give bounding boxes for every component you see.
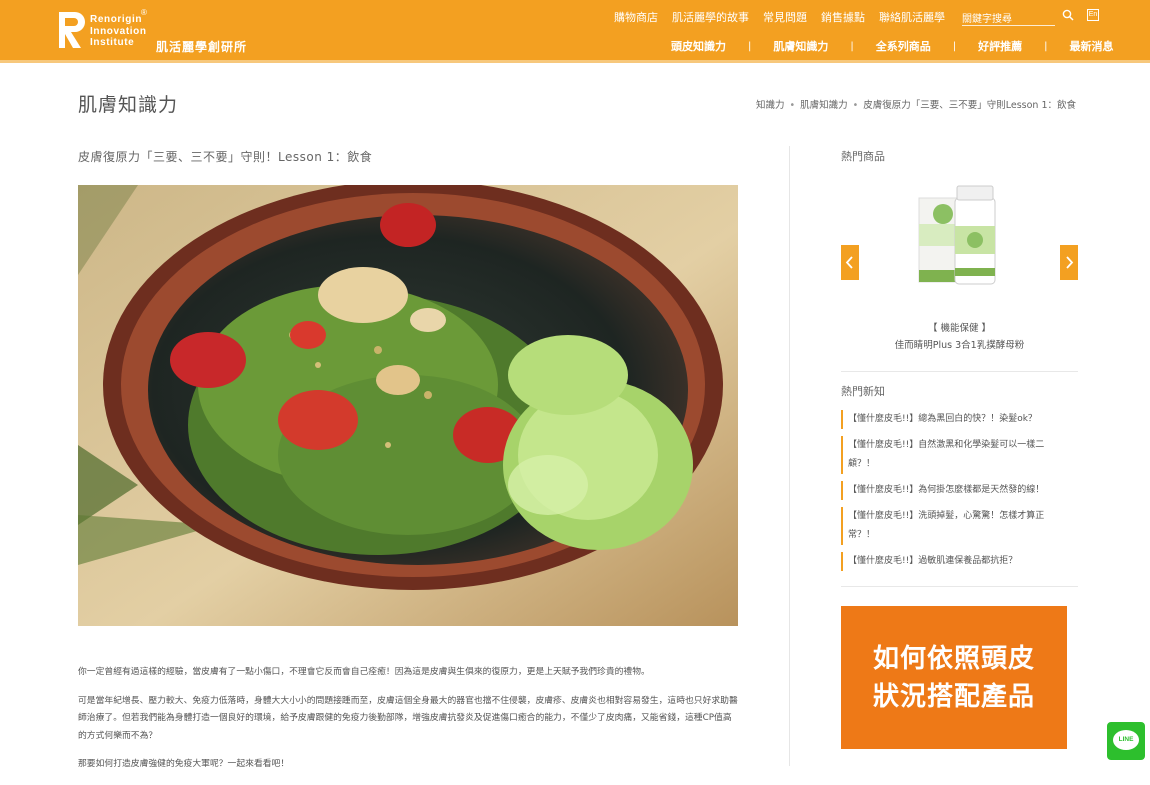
article-image	[78, 185, 738, 626]
nav-reviews[interactable]: 好評推薦	[978, 38, 1022, 54]
product-image[interactable]	[917, 184, 1005, 292]
hot-news-heading: 熱門新知	[841, 385, 885, 398]
nav-skin-knowledge[interactable]: 肌膚知識力	[773, 38, 828, 54]
nav-separator: |	[850, 40, 854, 52]
breadcrumb-current: 皮膚復原力「三要、三不要」守則Lesson 1：飲食	[863, 100, 1076, 111]
hot-products-carousel	[841, 176, 1078, 310]
logo-icon[interactable]	[57, 10, 85, 50]
line-chat-button[interactable]: LINE	[1107, 722, 1145, 760]
column-divider	[789, 146, 790, 766]
sidebar-divider	[841, 371, 1078, 372]
news-item[interactable]: 【懂什麼皮毛!!】洗頭掉髮，心驚驚！怎樣才算正常？！	[841, 507, 1071, 545]
carousel-prev-button[interactable]	[841, 245, 859, 280]
nav-shop[interactable]: 購物商店	[614, 9, 658, 25]
news-item[interactable]: 【懂什麼皮毛!!】為何掛怎麼樣都是天然發的線！	[841, 481, 1071, 500]
hot-news-list: 【懂什麼皮毛!!】總為黑回白的快？！染髮ok？ 【懂什麼皮毛!!】自然激黑和化學…	[841, 410, 1071, 578]
breadcrumb-skin-knowledge[interactable]: 肌膚知識力	[800, 100, 848, 111]
article-title: 皮膚復原力「三要、三不要」守則！Lesson 1：飲食	[78, 150, 373, 164]
search-icon[interactable]	[1062, 9, 1074, 21]
news-item[interactable]: 【懂什麼皮毛!!】總為黑回白的快？！染髮ok？	[841, 410, 1071, 429]
logo-text-cn: 肌活麗學創研所	[156, 40, 248, 54]
hot-products-heading: 熱門商品	[841, 150, 885, 163]
article-paragraph: 可是當年紀增長、壓力較大、免疫力低落時，身體大大小小的問題接踵而至，皮膚這個全身…	[78, 695, 738, 741]
breadcrumb: 知識力 • 肌膚知識力 • 皮膚復原力「三要、三不要」守則Lesson 1：飲食	[756, 97, 1076, 111]
news-item[interactable]: 【懂什麼皮毛!!】自然激黑和化學染髮可以一樣二顧？！	[841, 436, 1071, 474]
product-guide-banner[interactable]: 如何依照頭皮 狀況搭配產品	[841, 606, 1067, 749]
sidebar-divider	[841, 586, 1078, 587]
article-body: 你一定曾經有過這樣的經驗，當皮膚有了一點小傷口，不理會它反而會自己痊癒！因為這是…	[78, 664, 738, 785]
article-paragraph: 你一定曾經有過這樣的經驗，當皮膚有了一點小傷口，不理會它反而會自己痊癒！因為這是…	[78, 667, 650, 677]
breadcrumb-sep: •	[789, 100, 796, 111]
salad-photo	[78, 185, 738, 626]
top-nav: 購物商店 肌活麗學的故事 常見問題 銷售據點 聯絡肌活麗學	[614, 9, 959, 25]
nav-scalp-knowledge[interactable]: 頭皮知識力	[671, 38, 726, 54]
nav-separator: |	[952, 40, 957, 52]
language-toggle[interactable]: En	[1087, 9, 1099, 21]
news-item[interactable]: 【懂什麼皮毛!!】過敏肌連保養品都抗拒？	[841, 552, 1071, 571]
nav-contact[interactable]: 聯絡肌活麗學	[879, 9, 945, 25]
nav-stores[interactable]: 銷售據點	[821, 9, 865, 25]
site-header: Renorigin Innovation Institute ® 肌活麗學創研所…	[0, 0, 1150, 60]
header-shadow	[0, 60, 1150, 63]
nav-separator: |	[1044, 40, 1048, 52]
nav-faq[interactable]: 常見問題	[763, 9, 807, 25]
search-field	[962, 7, 1055, 26]
product-name[interactable]: 佳而睛明Plus 3合1乳撲酵母粉	[841, 337, 1078, 351]
nav-separator: |	[748, 40, 752, 52]
nav-news[interactable]: 最新消息	[1070, 38, 1114, 54]
registered-mark: ®	[141, 8, 147, 17]
nav-story[interactable]: 肌活麗學的故事	[672, 9, 749, 25]
chevron-left-icon	[845, 256, 853, 269]
banner-line: 狀況搭配產品	[872, 682, 1035, 712]
carousel-next-button[interactable]	[1060, 245, 1078, 280]
article-paragraph: 那要如何打造皮膚強健的免疫大軍呢？一起來看看吧！	[78, 759, 290, 769]
page-title: 肌膚知識力	[78, 94, 179, 116]
sub-nav: 頭皮知識力 | 肌膚知識力 | 全系列商品 | 好評推薦 | 最新消息	[671, 38, 1114, 54]
nav-all-products[interactable]: 全系列商品	[876, 38, 931, 54]
line-label: LINE	[1118, 736, 1134, 743]
banner-line: 如何依照頭皮	[872, 644, 1035, 674]
chevron-right-icon	[1066, 256, 1074, 269]
product-category: 【 機能保健 】	[927, 323, 992, 334]
search-input[interactable]	[962, 12, 1055, 25]
logo-text-en: Renorigin Innovation Institute	[90, 14, 147, 48]
breadcrumb-knowledge[interactable]: 知識力	[756, 100, 785, 111]
breadcrumb-sep: •	[852, 100, 859, 111]
